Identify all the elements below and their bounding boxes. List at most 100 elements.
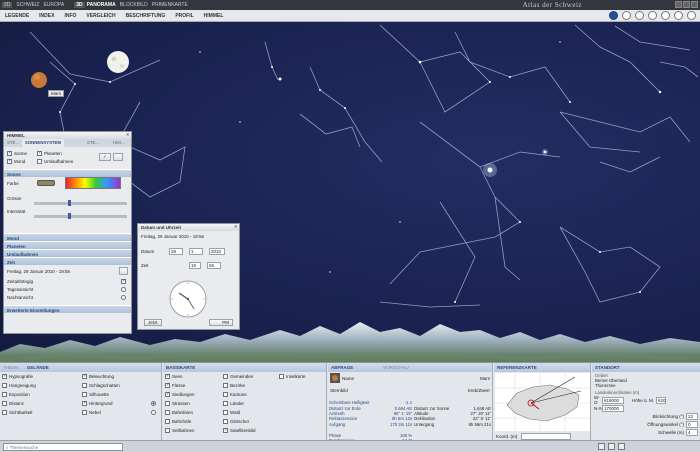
schwelle-field[interactable]: 4 [686,428,698,436]
tab-himmel[interactable]: HIM... [110,139,127,147]
section-zeit[interactable]: Zeit [4,257,131,265]
fullscreen-icon[interactable] [618,443,625,450]
close-icon[interactable] [691,1,698,8]
satellitenbild-checkbox[interactable] [223,427,228,433]
mode-primenkarte[interactable]: PRIMENKARTE [150,2,190,8]
section-planeten[interactable]: Planeten [4,241,131,249]
zoom-out-icon[interactable] [608,443,615,450]
gemeinden-checkbox[interactable] [223,374,228,379]
kantone-checkbox[interactable] [223,392,228,397]
close-icon[interactable]: × [126,132,129,137]
zeit-edit-button[interactable] [119,267,128,275]
laender-checkbox[interactable] [223,401,228,406]
mond-checkbox[interactable] [7,158,12,164]
nachtansicht-radio[interactable] [121,294,126,300]
menu-info[interactable]: INFO [59,13,81,19]
hintergrund-radio[interactable] [151,401,156,406]
reload-icon[interactable] [674,11,683,20]
strassen-checkbox[interactable] [165,401,170,406]
tab-thema[interactable]: THEMA [3,365,19,370]
home-icon[interactable] [661,11,670,20]
color-spectrum[interactable] [65,177,121,189]
blank-button[interactable] [112,153,123,161]
nebel-radio[interactable] [151,410,156,415]
ns-field[interactable]: 170000 [602,404,624,412]
gletscher-checkbox[interactable] [223,419,228,424]
bahnlinien-checkbox[interactable] [165,410,170,415]
menu-legende[interactable]: LEGENDE [0,13,34,19]
schlagschatten-checkbox[interactable] [82,383,87,388]
hypsografie-checkbox[interactable] [2,373,7,379]
oeffnungswinkel-field[interactable]: 0 [686,420,698,428]
hangneigung-checkbox[interactable] [2,383,7,388]
minimize-icon[interactable] [675,1,682,8]
mode-3d[interactable]: 3D [74,2,85,8]
wo-field[interactable]: 619000 [602,396,624,404]
rotate-icon[interactable] [622,11,631,20]
tab-vorschau[interactable]: VORSCHAU [383,365,409,370]
mode-schweiz[interactable]: SCHWEIZ [14,2,41,8]
fluesse-checkbox[interactable] [165,382,170,388]
reference-map[interactable] [495,373,590,431]
sichtbarkeit-checkbox[interactable] [2,410,7,415]
section-umlaufbahnen[interactable]: Umlaufbahnen [4,249,131,257]
siedlungen-checkbox[interactable] [165,391,170,397]
navigate-icon[interactable] [609,11,618,20]
beleuchtung-checkbox[interactable] [82,373,87,379]
tab-gelaende[interactable]: GELÄNDE [27,365,49,370]
bezirke-checkbox[interactable] [223,383,228,388]
blickrichtung-field[interactable]: 22 [686,412,698,420]
menu-index[interactable]: INDEX [34,13,59,19]
zoom-in-icon[interactable] [598,443,605,450]
seilbahnen-checkbox[interactable] [165,428,170,433]
hohe-field[interactable]: 620 [656,396,667,404]
mode-europa[interactable]: EUROPA [41,2,66,8]
distanz-checkbox[interactable] [2,401,7,406]
seen-checkbox[interactable] [165,373,170,379]
menu-vergleich[interactable]: VERGLEICH [81,13,120,19]
hintergrund-checkbox[interactable] [82,400,87,406]
jetzt-button[interactable]: Jetzt [144,319,162,326]
section-mond[interactable]: Mond [4,233,131,241]
section-erweitert[interactable]: Erweiterte Einstellungen [4,305,131,313]
section-sonne[interactable]: Sonne [4,169,131,177]
menu-himmel[interactable]: HIMMEL [199,13,229,19]
farbe-swatch[interactable] [37,180,55,186]
menu-beschriftung[interactable]: BESCHRIFTUNG [121,13,171,19]
tab-abfrage[interactable]: ABFRAGE [331,365,353,370]
koord-field[interactable] [521,433,572,440]
tab-sterne[interactable]: STE... [4,139,22,147]
wald-checkbox[interactable] [223,410,228,415]
tab-sonnensystem[interactable]: SONNENSYSTEM [21,139,65,147]
inselkarte-checkbox[interactable] [279,374,284,379]
hour-field[interactable]: 19 [189,261,201,269]
check-button[interactable]: ✓ [99,153,111,161]
planeten-checkbox[interactable] [37,150,42,156]
exposition-checkbox[interactable] [2,392,7,397]
minute-field[interactable]: 56 [207,261,221,269]
help-icon[interactable] [687,11,696,20]
mode-2d[interactable]: 2D [2,2,13,8]
nebel-checkbox[interactable] [82,410,87,415]
month-field[interactable]: 1 [189,247,203,255]
menu-profil[interactable]: PROFIL [170,13,198,19]
close-icon[interactable]: × [234,224,237,229]
camera-icon[interactable] [648,11,657,20]
bahnhoefe-checkbox[interactable] [165,419,170,424]
mode-blockbild[interactable]: BLOCKBILD [118,2,150,8]
umlaufbahnen-checkbox[interactable] [37,158,42,164]
silhouette-checkbox[interactable] [82,392,87,397]
year-field[interactable]: 2010 [209,247,225,255]
day-field[interactable]: 29 [169,247,183,255]
tab-sternbilder[interactable]: STE... [84,139,102,147]
search-input[interactable]: ⌕ Themensuche [3,443,123,451]
sonne-checkbox[interactable] [7,150,12,156]
tagesansicht-radio[interactable] [121,286,126,292]
intensitat-slider[interactable] [34,213,127,219]
ampm-toggle[interactable]: PM [209,319,233,326]
maximize-icon[interactable] [683,1,690,8]
grosse-slider[interactable] [34,200,127,206]
zeitabhangig-checkbox[interactable] [121,278,126,284]
mode-panorama[interactable]: PANORAMA [85,2,118,8]
tilt-icon[interactable] [635,11,644,20]
